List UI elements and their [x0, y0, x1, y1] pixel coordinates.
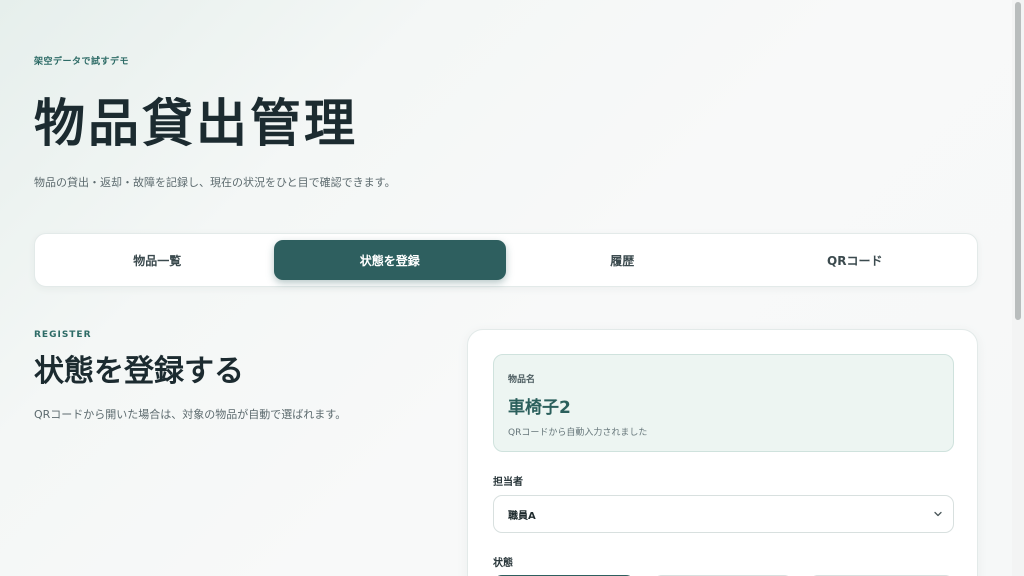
section-eyebrow: REGISTER: [34, 330, 92, 340]
hero-lead: 物品の貸出・返却・故障を記録し、現在の状況をひと目で確認できます。: [34, 176, 396, 189]
item-autofill-note: QRコードから自動入力されました: [508, 428, 648, 438]
chevron-down-icon: [933, 509, 943, 519]
status-label: 状態: [493, 558, 513, 569]
page-title: 物品貸出管理: [34, 94, 359, 154]
scrollbar-thumb[interactable]: [1015, 2, 1021, 320]
tab-qr-code[interactable]: QRコード: [739, 240, 972, 280]
section-description: QRコードから開いた場合は、対象の物品が自動で選ばれます。: [34, 408, 347, 421]
item-name-label: 物品名: [508, 375, 536, 385]
item-name-panel: 物品名 車椅子2 QRコードから自動入力されました: [493, 354, 954, 452]
staff-label: 担当者: [493, 477, 523, 488]
tab-register-status[interactable]: 状態を登録: [273, 240, 506, 280]
item-name-value: 車椅子2: [508, 398, 571, 418]
tab-item-list[interactable]: 物品一覧: [41, 240, 274, 280]
tab-bar: 物品一覧 状態を登録 履歴 QRコード: [34, 233, 978, 287]
register-form-card: 物品名 車椅子2 QRコードから自動入力されました 担当者 職員A 状態: [467, 329, 978, 576]
page-scrollbar[interactable]: [1012, 0, 1024, 576]
tab-history[interactable]: 履歴: [506, 240, 739, 280]
staff-select-value: 職員A: [508, 510, 536, 522]
hero-eyebrow: 架空データで試すデモ: [34, 57, 130, 67]
section-title: 状態を登録する: [34, 354, 244, 389]
staff-select[interactable]: 職員A: [493, 495, 954, 533]
